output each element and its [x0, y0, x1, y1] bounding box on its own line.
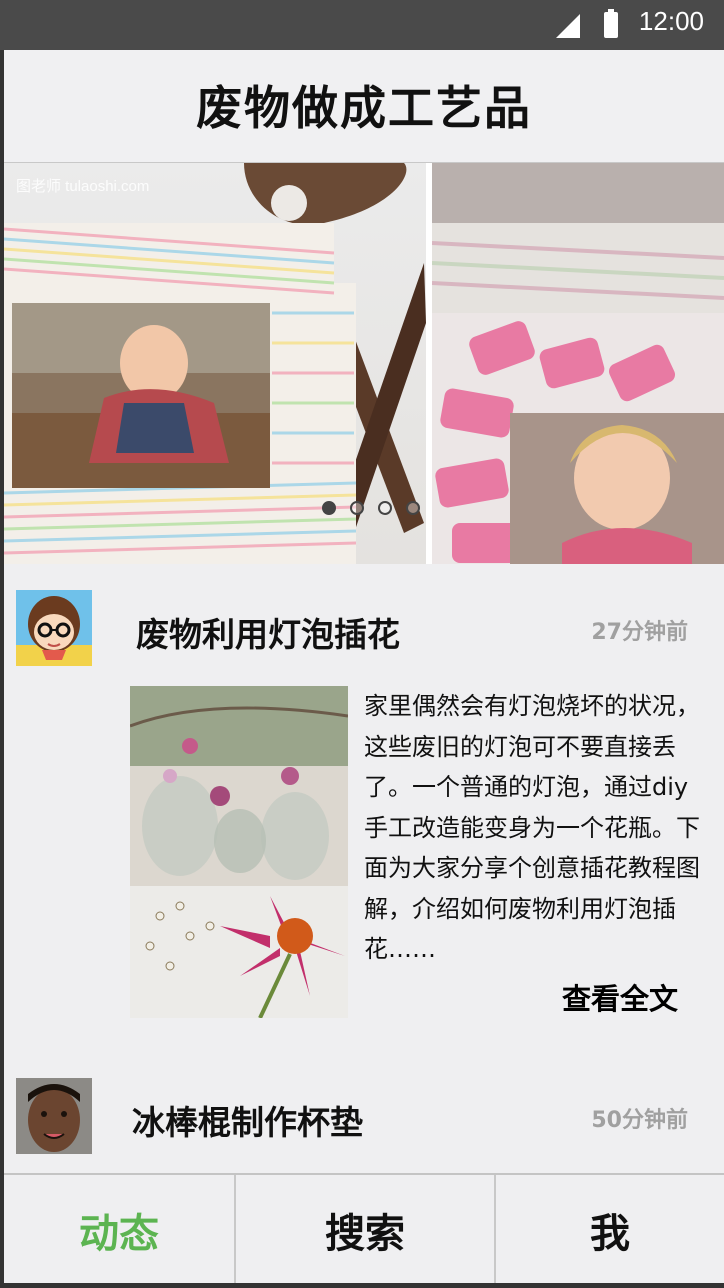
status-bar: 12:00: [0, 0, 724, 50]
avatar[interactable]: [16, 1078, 92, 1154]
banner-watermark: 图老师 tulaoshi.com: [16, 178, 150, 195]
tab-dynamic[interactable]: 动态: [4, 1175, 234, 1285]
post-thumbnail[interactable]: [130, 686, 348, 1018]
post-title[interactable]: 冰棒棍制作杯垫: [132, 1096, 363, 1144]
carousel-dot-active[interactable]: [322, 501, 336, 515]
battery-icon: [604, 9, 618, 38]
avatar[interactable]: [16, 590, 92, 666]
post-title[interactable]: 废物利用灯泡插花: [136, 608, 400, 656]
banner-image-paper-frame[interactable]: [431, 163, 724, 564]
post-time: 27分钟前: [591, 620, 688, 645]
tab-me[interactable]: 我: [494, 1175, 724, 1285]
carousel-dot[interactable]: [378, 501, 392, 515]
screen-edge: [0, 1283, 724, 1288]
post-excerpt: 家里偶然会有灯泡烧坏的状况，这些废旧的灯泡可不要直接丢了。一个普通的灯泡，通过d…: [364, 692, 700, 963]
carousel-dot[interactable]: [406, 501, 420, 515]
bottom-tab-bar: 动态 搜索 我: [4, 1173, 724, 1285]
signal-icon: [556, 14, 580, 38]
carousel-dot[interactable]: [350, 501, 364, 515]
banner-carousel[interactable]: 图老师 tulaoshi.com: [4, 163, 724, 564]
read-more-link[interactable]: 查看全文: [562, 976, 678, 1018]
tab-search[interactable]: 搜索: [234, 1175, 494, 1285]
status-time: 12:00: [638, 6, 704, 36]
carousel-indicator: [322, 501, 420, 515]
page-title: 废物做成工艺品: [196, 81, 532, 135]
app-header: 废物做成工艺品: [4, 50, 724, 163]
post-time: 50分钟前: [591, 1108, 688, 1133]
